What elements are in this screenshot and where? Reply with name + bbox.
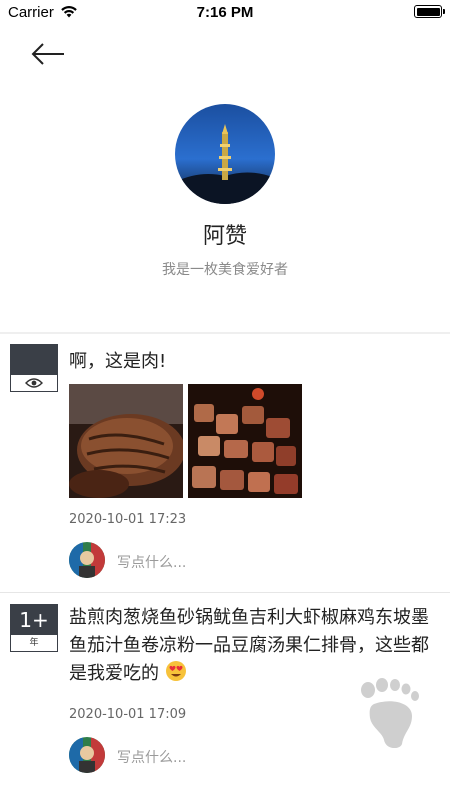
post-2-comment-input[interactable]: 写点什么... — [117, 747, 186, 767]
post-2-text-block: 盐煎肉葱烧鱼砂锅鱿鱼吉利大虾椒麻鸡东坡墨鱼茄汁鱼卷凉粉一品豆腐汤果仁排骨，这些都… — [69, 604, 429, 688]
footprint-icon — [361, 678, 419, 749]
post-2-commenter-avatar — [69, 737, 105, 773]
eye-icon — [25, 378, 43, 388]
clock-label: 7:16 PM — [196, 4, 254, 21]
colorful-avatar-image — [69, 542, 105, 578]
status-bar: Carrier 7:16 PM — [0, 0, 450, 26]
tower-night-photo — [175, 104, 275, 204]
post-2-text: 盐煎肉葱烧鱼砂锅鱿鱼吉利大虾椒麻鸡东坡墨鱼茄汁鱼卷凉粉一品豆腐汤果仁排骨，这些都… — [69, 607, 429, 684]
back-arrow-icon — [31, 43, 64, 65]
profile-avatar[interactable] — [175, 104, 275, 204]
profile-bio: 我是一枚美食爱好者 — [162, 262, 288, 278]
date-badge-value: 1+ — [11, 605, 57, 635]
date-badge-unit: 年 — [29, 638, 39, 648]
post-divider — [0, 592, 450, 593]
section-divider — [0, 332, 450, 334]
grilled-meat-photo — [188, 384, 302, 498]
post-1-photo-steak[interactable] — [69, 384, 183, 498]
heart-eyes-emoji-icon — [165, 661, 186, 681]
post-2-time: 2020-10-01 17:09 — [69, 707, 187, 722]
footprint-button[interactable] — [360, 678, 422, 749]
post-1-comment-input[interactable]: 写点什么... — [117, 552, 186, 572]
post-1-date-badge — [10, 344, 58, 392]
post-2-date-badge: 1+ 年 — [10, 604, 58, 652]
post-1-time: 2020-10-01 17:23 — [69, 512, 187, 527]
battery-icon — [414, 5, 445, 18]
colorful-avatar-image — [69, 737, 105, 773]
back-button[interactable] — [28, 38, 68, 70]
steak-photo — [69, 384, 183, 498]
post-1-commenter-avatar — [69, 542, 105, 578]
post-1-photo-grilled-meat[interactable] — [188, 384, 302, 498]
profile-name: 阿赞 — [202, 224, 247, 249]
post-1-text: 啊，这是肉! — [69, 351, 167, 372]
